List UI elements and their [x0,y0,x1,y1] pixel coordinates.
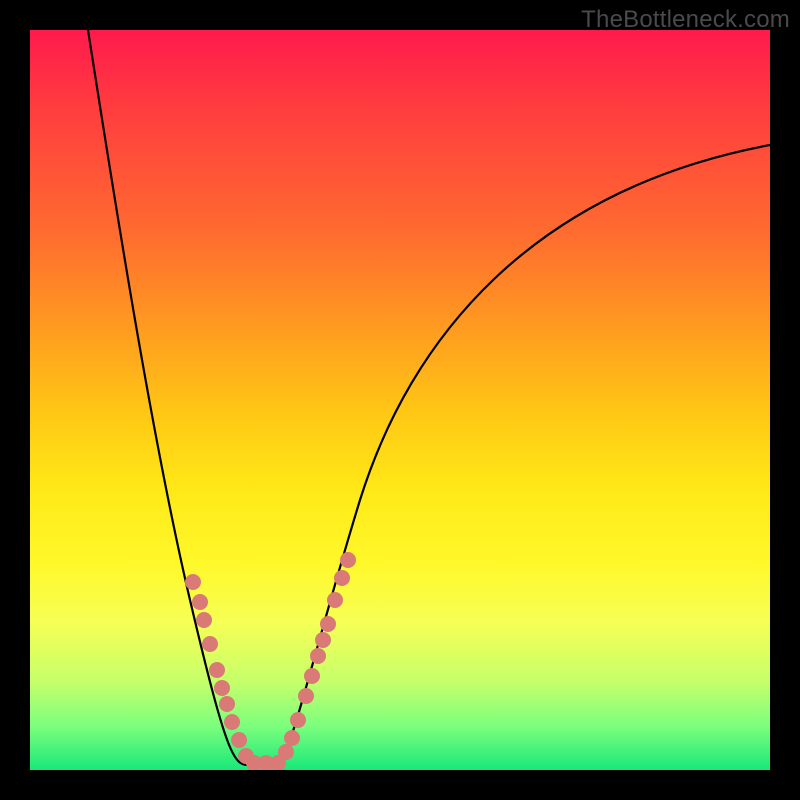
data-point [196,612,212,628]
data-point [334,570,350,586]
data-point [310,648,326,664]
data-point [304,668,320,684]
data-point [192,594,208,610]
data-point [185,574,201,590]
data-point [231,732,247,748]
data-point [224,714,240,730]
data-point [327,592,343,608]
curve-layer [88,30,770,765]
data-point [202,636,218,652]
plot-area [30,30,770,770]
data-point [214,680,230,696]
data-point [209,662,225,678]
data-point [219,696,235,712]
curve-left-branch [88,30,252,765]
data-point [340,552,356,568]
outer-frame: TheBottleneck.com [0,0,800,800]
dot-layer [185,552,356,770]
chart-svg [30,30,770,770]
data-point [290,712,306,728]
data-point [284,730,300,746]
curve-right-branch [280,145,770,765]
data-point [320,616,336,632]
data-point [298,688,314,704]
data-point [315,632,331,648]
data-point [278,744,294,760]
